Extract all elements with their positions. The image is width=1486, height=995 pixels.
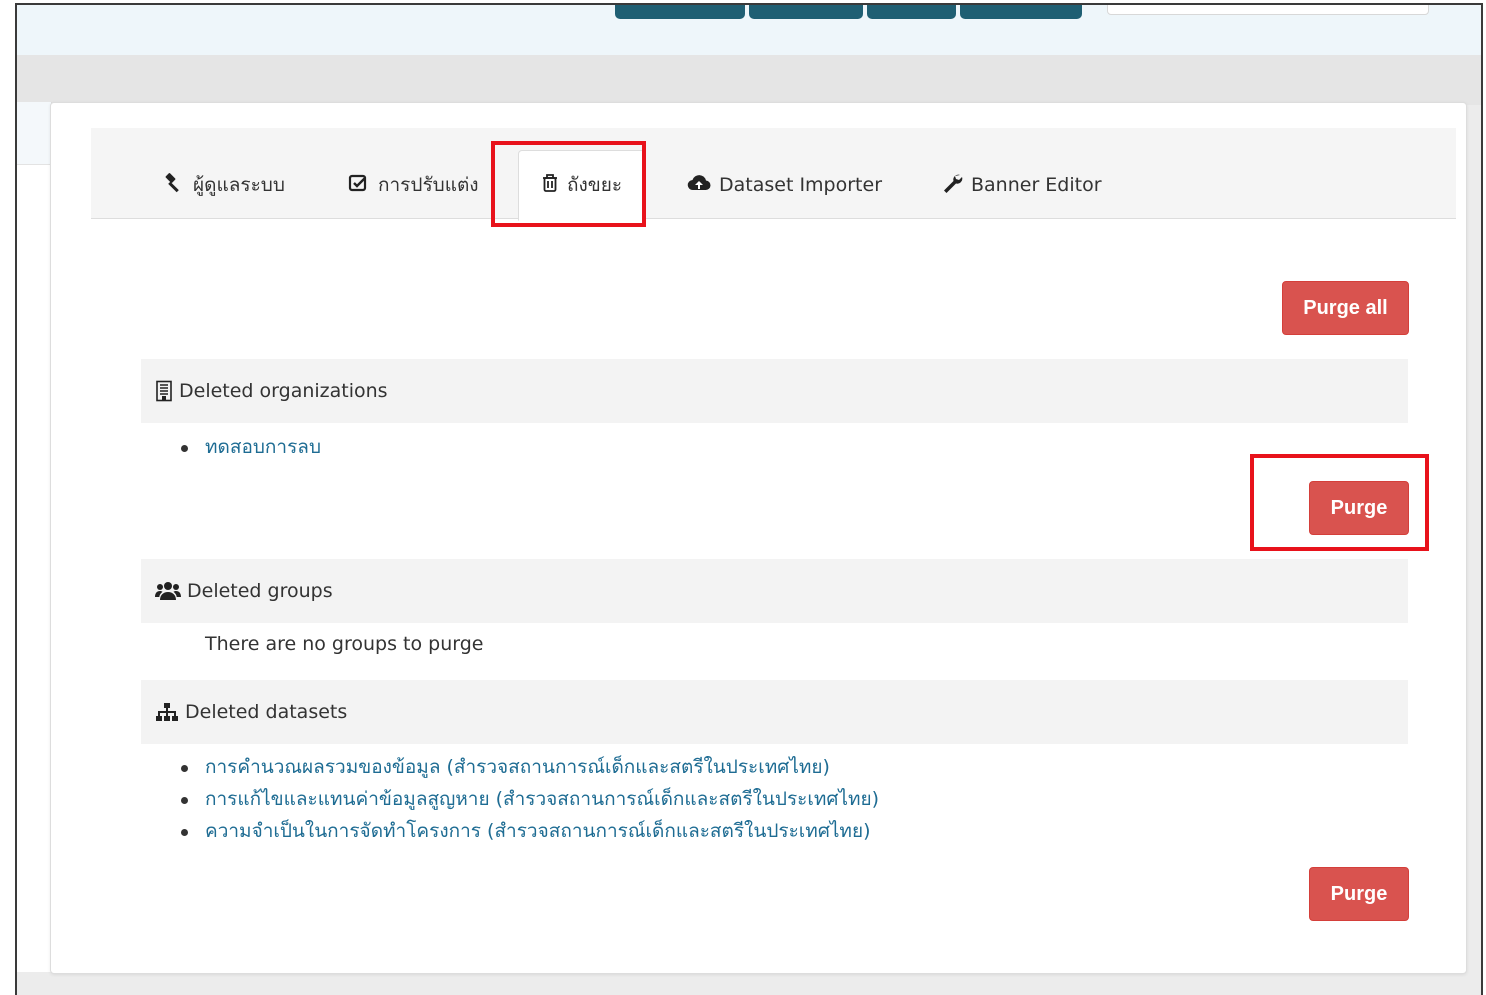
gavel-icon: [163, 172, 185, 198]
list-item: ความจำเป็นในการจัดทำโครงการ (สำรวจสถานกา…: [181, 815, 879, 847]
tab-label: การปรับแต่ง: [378, 173, 479, 196]
sitemap-icon: [155, 702, 179, 722]
section-heading-organizations: Deleted organizations: [141, 359, 1408, 423]
tab-label: ผู้ดูแลระบบ: [193, 173, 285, 196]
list-item: การแก้ไขและแทนค่าข้อมูลสูญหาย (สำรวจสถาน…: [181, 783, 879, 815]
section-heading-groups: Deleted groups: [141, 559, 1408, 623]
tab-label: Dataset Importer: [719, 173, 883, 196]
section-heading-datasets: Deleted datasets: [141, 680, 1408, 744]
purge-all-button[interactable]: Purge all: [1282, 281, 1409, 335]
top-header: [17, 5, 1481, 55]
tab-label: Banner Editor: [971, 173, 1102, 196]
tab-config[interactable]: การปรับแต่ง: [348, 150, 479, 220]
highlight-box-trash-tab: [491, 141, 646, 227]
tab-dataset-importer[interactable]: Dataset Importer: [687, 150, 882, 220]
cloud-upload-icon: [687, 173, 711, 198]
side-panel: [17, 102, 52, 972]
users-icon: [155, 580, 181, 602]
nav-button-1[interactable]: [615, 5, 745, 19]
wrench-icon: [941, 172, 963, 199]
dataset-link[interactable]: ความจำเป็นในการจัดทำโครงการ (สำรวจสถานกา…: [205, 820, 871, 842]
empty-groups-message: There are no groups to purge: [205, 633, 484, 655]
nav-button-3[interactable]: [867, 5, 956, 19]
admin-tabs: ผู้ดูแลระบบ การปรับแต่ง ถังขยะ Dataset I…: [91, 128, 1456, 221]
organization-link[interactable]: ทดสอบการลบ: [205, 436, 321, 458]
tab-banner-editor[interactable]: Banner Editor: [941, 150, 1102, 220]
section-title: Deleted groups: [187, 580, 333, 602]
highlight-box-purge-button: [1250, 454, 1429, 551]
dataset-link[interactable]: การแก้ไขและแทนค่าข้อมูลสูญหาย (สำรวจสถาน…: [205, 788, 879, 810]
list-item: ทดสอบการลบ: [181, 431, 321, 463]
breadcrumb-band: [17, 55, 1481, 105]
deleted-datasets-list: การคำนวณผลรวมของข้อมูล (สำรวจสถานการณ์เด…: [181, 751, 879, 847]
building-icon: [155, 380, 173, 402]
check-square-icon: [348, 173, 370, 198]
tab-sysadmins[interactable]: ผู้ดูแลระบบ: [163, 150, 285, 220]
nav-button-4[interactable]: [960, 5, 1082, 19]
nav-button-2[interactable]: [749, 5, 863, 19]
search-input[interactable]: [1107, 5, 1429, 15]
section-title: Deleted datasets: [185, 701, 348, 723]
deleted-organizations-list: ทดสอบการลบ: [181, 431, 321, 463]
list-item: การคำนวณผลรวมของข้อมูล (สำรวจสถานการณ์เด…: [181, 751, 879, 783]
section-title: Deleted organizations: [179, 380, 388, 402]
purge-datasets-button[interactable]: Purge: [1309, 867, 1409, 921]
dataset-link[interactable]: การคำนวณผลรวมของข้อมูล (สำรวจสถานการณ์เด…: [205, 756, 830, 778]
